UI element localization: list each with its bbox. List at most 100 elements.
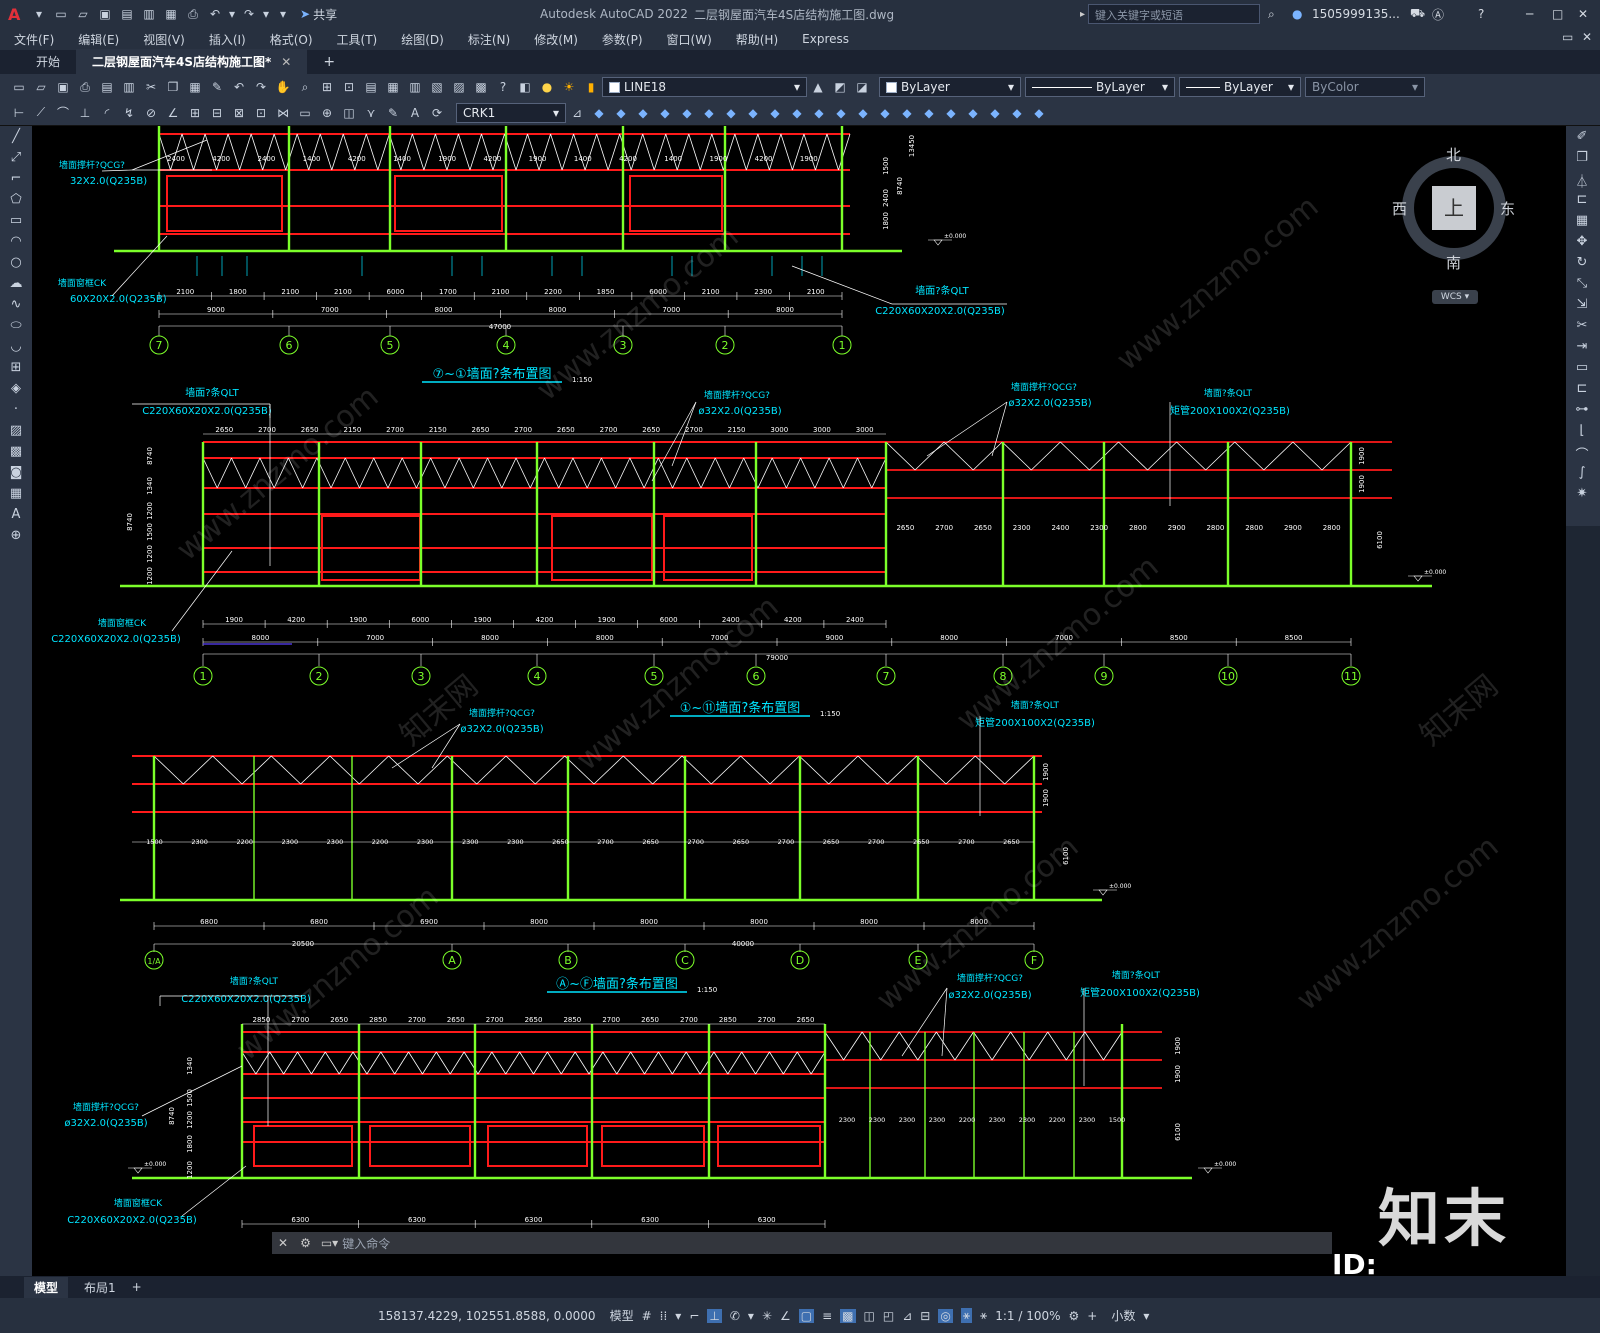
- group-icon[interactable]: ◆: [942, 104, 960, 122]
- menu-item[interactable]: 格式(O): [270, 31, 313, 48]
- block-icon[interactable]: ◆: [986, 104, 1004, 122]
- dim-aligned-icon[interactable]: ⟋: [32, 104, 50, 122]
- snap-icon[interactable]: ⁞⁞: [660, 1309, 668, 1323]
- dim-ordinate-icon[interactable]: ⊥: [76, 104, 94, 122]
- mtext-icon[interactable]: A: [5, 507, 27, 525]
- drawing-canvas[interactable]: 2400 4200 2400 1400 4200 1400 1900 4200 1900 1400…: [32, 126, 1566, 1276]
- help-icon[interactable]: ?: [1478, 7, 1484, 21]
- join-icon[interactable]: ◆: [854, 104, 872, 122]
- color-select[interactable]: ByLayer ▾: [879, 77, 1021, 97]
- scale-icon[interactable]: ⤡: [1571, 276, 1593, 294]
- extend-icon[interactable]: ⇥: [1571, 339, 1593, 357]
- ortho-icon[interactable]: ⊥: [707, 1308, 722, 1323]
- infer-icon[interactable]: ⌐: [689, 1309, 699, 1323]
- layer-manager-icon[interactable]: ◧: [516, 78, 534, 96]
- chamfer-icon[interactable]: ◆: [876, 104, 894, 122]
- menu-item[interactable]: 工具(T): [337, 31, 378, 48]
- stretch-icon[interactable]: ⇲: [1571, 297, 1593, 315]
- menu-item[interactable]: 编辑(E): [78, 31, 119, 48]
- insert-block-icon[interactable]: ⊞: [5, 360, 27, 378]
- publish-icon[interactable]: ▥: [120, 78, 138, 96]
- saveas-icon[interactable]: ▤: [118, 5, 136, 23]
- autoscale-icon[interactable]: ⚹: [980, 1308, 987, 1323]
- inspect-icon[interactable]: ◫: [340, 104, 358, 122]
- tab-layout1[interactable]: 布局1: [74, 1277, 126, 1298]
- tab-close-icon[interactable]: ✕: [281, 55, 291, 69]
- explode-icon[interactable]: ✷: [1571, 486, 1593, 504]
- dim-baseline-icon[interactable]: ⊟: [208, 104, 226, 122]
- copy-icon[interactable]: ❐: [1571, 150, 1593, 168]
- close-icon[interactable]: ✕: [1578, 7, 1588, 21]
- erase-icon[interactable]: ◆: [590, 104, 608, 122]
- polygon-icon[interactable]: ⬠: [5, 192, 27, 210]
- menu-item[interactable]: 视图(V): [143, 31, 185, 48]
- viewcube[interactable]: 上 北 南 西 东 WCS ▾: [1392, 144, 1524, 304]
- zoom-window-icon[interactable]: ⊞: [318, 78, 336, 96]
- app-menu-chevron-icon[interactable]: ▾: [30, 5, 48, 23]
- array-icon[interactable]: ▦: [1571, 213, 1593, 231]
- close-command-icon[interactable]: ✕: [278, 1236, 288, 1250]
- table-icon[interactable]: ▦: [5, 486, 27, 504]
- dim-angular-icon[interactable]: ∠: [164, 104, 182, 122]
- matchprop-icon[interactable]: ✎: [208, 78, 226, 96]
- fillet-icon[interactable]: ⌒: [1571, 444, 1593, 463]
- minimize-icon[interactable]: ─: [1526, 7, 1533, 21]
- dim-radius-icon[interactable]: ◜: [98, 104, 116, 122]
- explode-icon[interactable]: ◆: [920, 104, 938, 122]
- plot-icon[interactable]: ⎙: [76, 78, 94, 96]
- cart-icon[interactable]: ⛟: [1410, 6, 1425, 22]
- dim-diameter-icon[interactable]: ⊘: [142, 104, 160, 122]
- qdim-icon[interactable]: ⊞: [186, 104, 204, 122]
- doc-restore-icon[interactable]: ▭: [1562, 30, 1573, 44]
- layer-select[interactable]: LINE18 ▾: [602, 77, 807, 97]
- maximize-icon[interactable]: □: [1552, 7, 1563, 21]
- redo-dropdown-icon[interactable]: ▾: [262, 5, 270, 23]
- pan-icon[interactable]: ✋: [274, 78, 292, 96]
- menu-item[interactable]: 修改(M): [534, 31, 578, 48]
- dimtedit-icon[interactable]: A: [406, 104, 424, 122]
- copy-obj-icon[interactable]: ◆: [612, 104, 630, 122]
- dimstyle-icon[interactable]: ⊿: [568, 104, 586, 122]
- menu-item[interactable]: 窗口(W): [667, 31, 712, 48]
- cut-icon[interactable]: ✂: [142, 78, 160, 96]
- rotate-icon[interactable]: ↻: [1571, 255, 1593, 273]
- tab-model[interactable]: 模型: [24, 1276, 69, 1298]
- lineweight-icon[interactable]: ≡: [822, 1309, 832, 1323]
- trim-icon[interactable]: ◆: [788, 104, 806, 122]
- ellipse-icon[interactable]: ⬭: [5, 318, 27, 336]
- dim-space-icon[interactable]: ⊡: [252, 104, 270, 122]
- osnap-icon[interactable]: ▢: [798, 1308, 815, 1323]
- copy-icon[interactable]: ❐: [164, 78, 182, 96]
- user-name[interactable]: 1505999135...: [1312, 7, 1400, 21]
- grid-icon[interactable]: #: [642, 1309, 652, 1323]
- dim-linear-icon[interactable]: ⊢: [10, 104, 28, 122]
- redo-icon[interactable]: ↷: [240, 5, 258, 23]
- tab-start[interactable]: 开始: [20, 49, 76, 74]
- toolpalettes-icon[interactable]: ▥: [406, 78, 424, 96]
- quick-properties-icon[interactable]: ▾: [1143, 1309, 1149, 1323]
- construction-line-icon[interactable]: ⤢: [5, 150, 27, 168]
- tolerance-icon[interactable]: ▭: [296, 104, 314, 122]
- zoom-previous-icon[interactable]: ⊡: [340, 78, 358, 96]
- designcenter-icon[interactable]: ▦: [384, 78, 402, 96]
- spline-icon[interactable]: ∿: [5, 297, 27, 315]
- otrack-icon[interactable]: ∠: [780, 1309, 791, 1323]
- blend-icon[interactable]: ∫: [1571, 465, 1593, 483]
- menu-item[interactable]: 参数(P): [602, 31, 643, 48]
- offset-icon[interactable]: ◆: [656, 104, 674, 122]
- command-settings-icon[interactable]: ⚙: [300, 1236, 311, 1250]
- dim-break-icon[interactable]: ⋈: [274, 104, 292, 122]
- dim-jogged-icon[interactable]: ↯: [120, 104, 138, 122]
- annotation-monitor-icon[interactable]: +: [1087, 1309, 1097, 1323]
- save-icon[interactable]: ▣: [96, 5, 114, 23]
- command-input[interactable]: 键入命令: [342, 1235, 390, 1252]
- preview-icon[interactable]: ▤: [98, 78, 116, 96]
- move-icon[interactable]: ◆: [700, 104, 718, 122]
- autocad-logo-icon[interactable]: A: [8, 5, 28, 24]
- rectangle-icon[interactable]: ▭: [5, 213, 27, 231]
- join-icon[interactable]: ⊶: [1571, 402, 1593, 420]
- arc-icon[interactable]: ◠: [5, 234, 27, 252]
- move-icon[interactable]: ✥: [1571, 234, 1593, 252]
- scale-icon[interactable]: ◆: [744, 104, 762, 122]
- add-layout-icon[interactable]: +: [132, 1280, 142, 1294]
